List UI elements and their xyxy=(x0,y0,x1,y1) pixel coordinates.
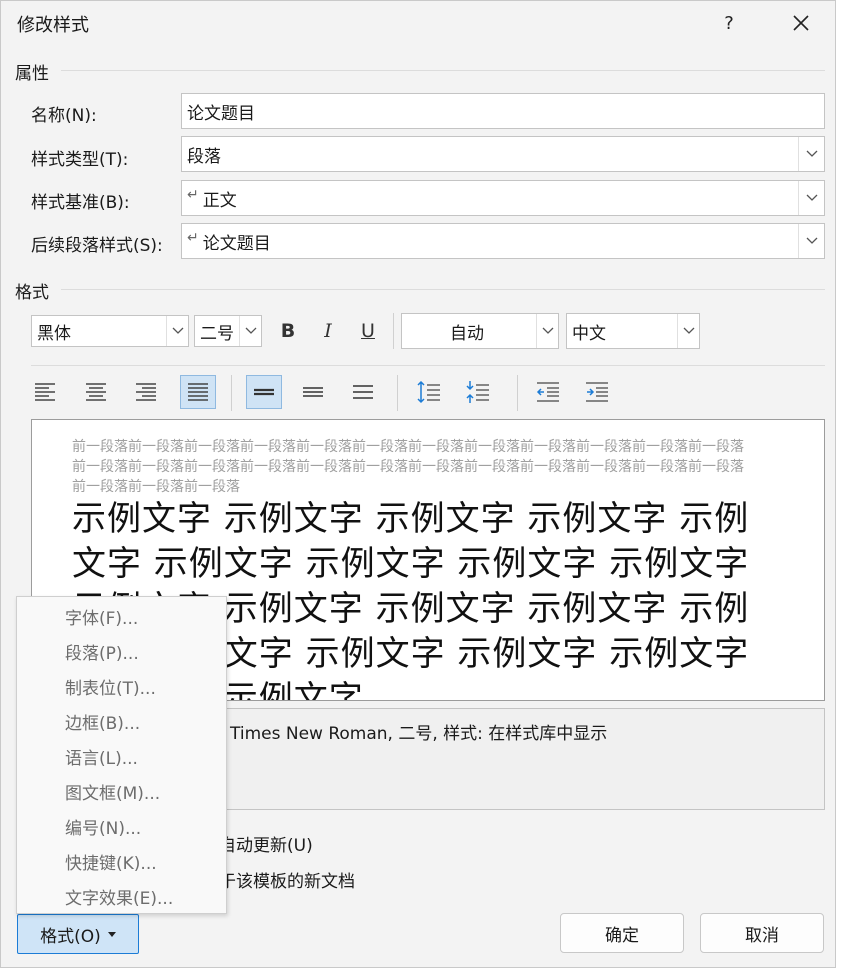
toolbar-row-divider xyxy=(31,365,825,366)
dialog-title: 修改样式 xyxy=(17,15,89,36)
menu-item-language[interactable]: 语言(L)... xyxy=(17,739,226,773)
underline-button[interactable]: U xyxy=(351,314,385,348)
font-value: 黑体 xyxy=(37,323,71,344)
toolbar-divider xyxy=(231,375,232,411)
ok-button[interactable]: 确定 xyxy=(560,913,684,953)
based-on-select[interactable]: ↵ 正文 xyxy=(181,180,825,216)
format-divider xyxy=(61,289,825,290)
align-right-icon xyxy=(136,383,156,401)
menu-item-tabs[interactable]: 制表位(T)... xyxy=(17,669,226,703)
font-select[interactable]: 黑体 xyxy=(31,315,189,347)
chevron-down-icon xyxy=(798,137,824,171)
one-half-spacing-icon xyxy=(303,387,323,397)
caret-down-icon xyxy=(107,931,116,937)
style-type-label: 样式类型(T): xyxy=(31,150,129,170)
new-documents-option-label[interactable]: 于该模板的新文档 xyxy=(219,867,355,892)
cancel-label: 取消 xyxy=(745,925,779,946)
based-on-label: 样式基准(B): xyxy=(31,193,130,213)
format-button-label: 格式(O) xyxy=(40,926,101,947)
increase-indent-button[interactable] xyxy=(579,375,615,409)
decrease-indent-icon xyxy=(536,382,559,402)
format-heading: 格式 xyxy=(15,283,49,303)
menu-item-shortcut-key[interactable]: 快捷键(K)... xyxy=(17,844,226,878)
name-value: 论文题目 xyxy=(187,103,255,124)
increase-spacing-button[interactable] xyxy=(411,375,447,409)
italic-button[interactable]: I xyxy=(311,314,345,348)
menu-item-paragraph[interactable]: 段落(P)... xyxy=(17,634,226,668)
font-size-select[interactable]: 二号 xyxy=(194,315,262,347)
title-bar: 修改样式 ? xyxy=(1,1,837,45)
align-left-icon xyxy=(35,383,55,401)
close-icon xyxy=(793,15,809,31)
menu-item-border[interactable]: 边框(B)... xyxy=(17,704,226,738)
single-spacing-button[interactable] xyxy=(246,375,282,409)
double-spacing-button[interactable] xyxy=(345,375,381,409)
name-label: 名称(N): xyxy=(31,106,97,126)
increase-indent-icon xyxy=(586,382,608,402)
decrease-spacing-icon xyxy=(466,381,489,403)
format-dropdown-menu: 字体(F)... 段落(P)... 制表位(T)... 边框(B)... 语言(… xyxy=(16,596,227,914)
menu-item-numbering[interactable]: 编号(N)... xyxy=(17,809,226,843)
properties-divider xyxy=(61,70,825,71)
paragraph-mark-icon: ↵ xyxy=(187,230,199,246)
align-center-icon xyxy=(86,383,106,401)
font-size-value: 二号 xyxy=(200,323,234,344)
single-spacing-icon xyxy=(254,388,274,396)
style-type-value: 段落 xyxy=(187,146,221,167)
menu-item-text-effects[interactable]: 文字效果(E)... xyxy=(17,879,226,913)
paragraph-mark-icon: ↵ xyxy=(187,187,199,203)
next-style-select[interactable]: ↵ 论文题目 xyxy=(181,223,825,259)
format-menu-button[interactable]: 格式(O) xyxy=(17,914,139,954)
increase-spacing-icon xyxy=(417,380,440,404)
script-select[interactable]: 中文 xyxy=(566,313,700,349)
align-right-button[interactable] xyxy=(128,375,164,409)
double-spacing-icon xyxy=(353,385,373,399)
cancel-button[interactable]: 取消 xyxy=(700,913,824,953)
next-style-value: 论文题目 xyxy=(202,233,271,254)
decrease-spacing-button[interactable] xyxy=(460,375,496,409)
name-field[interactable]: 论文题目 xyxy=(181,93,825,129)
chevron-down-icon xyxy=(798,224,824,258)
toolbar-divider xyxy=(397,375,398,411)
one-half-spacing-button[interactable] xyxy=(295,375,331,409)
help-button[interactable]: ? xyxy=(701,1,757,45)
chevron-down-icon xyxy=(798,181,824,215)
chevron-down-icon xyxy=(239,316,261,346)
justify-button[interactable] xyxy=(180,375,216,409)
decrease-indent-button[interactable] xyxy=(530,375,566,409)
properties-heading: 属性 xyxy=(15,64,49,84)
align-center-button[interactable] xyxy=(78,375,114,409)
align-left-button[interactable] xyxy=(27,375,63,409)
script-value: 中文 xyxy=(572,323,606,344)
style-type-select[interactable]: 段落 xyxy=(181,136,825,172)
chevron-down-icon xyxy=(677,314,699,348)
style-description-text: Times New Roman, 二号, 样式: 在样式库中显示 xyxy=(230,724,608,744)
next-style-label: 后续段落样式(S): xyxy=(31,236,163,256)
bold-button[interactable]: B xyxy=(271,314,305,348)
toolbar-divider xyxy=(517,375,518,411)
justify-icon xyxy=(188,383,208,401)
font-color-select[interactable]: 自动 xyxy=(401,313,559,349)
chevron-down-icon xyxy=(536,314,558,348)
based-on-value: 正文 xyxy=(202,190,237,211)
menu-item-frame[interactable]: 图文框(M)... xyxy=(17,774,226,808)
menu-item-font[interactable]: 字体(F)... xyxy=(17,599,226,633)
toolbar-divider xyxy=(393,313,394,349)
previous-paragraph-preview: 前一段落前一段落前一段落前一段落前一段落前一段落前一段落前一段落前一段落前一段落… xyxy=(72,439,744,495)
chevron-down-icon xyxy=(166,316,188,346)
close-button[interactable] xyxy=(771,1,831,45)
auto-update-checkbox-label[interactable]: 自动更新(U) xyxy=(219,831,313,856)
font-color-value: 自动 xyxy=(450,323,484,344)
modify-style-dialog: 修改样式 ? 属性 名称(N): 论文题目 样式类型(T): 段落 样式基准(B… xyxy=(0,0,836,968)
